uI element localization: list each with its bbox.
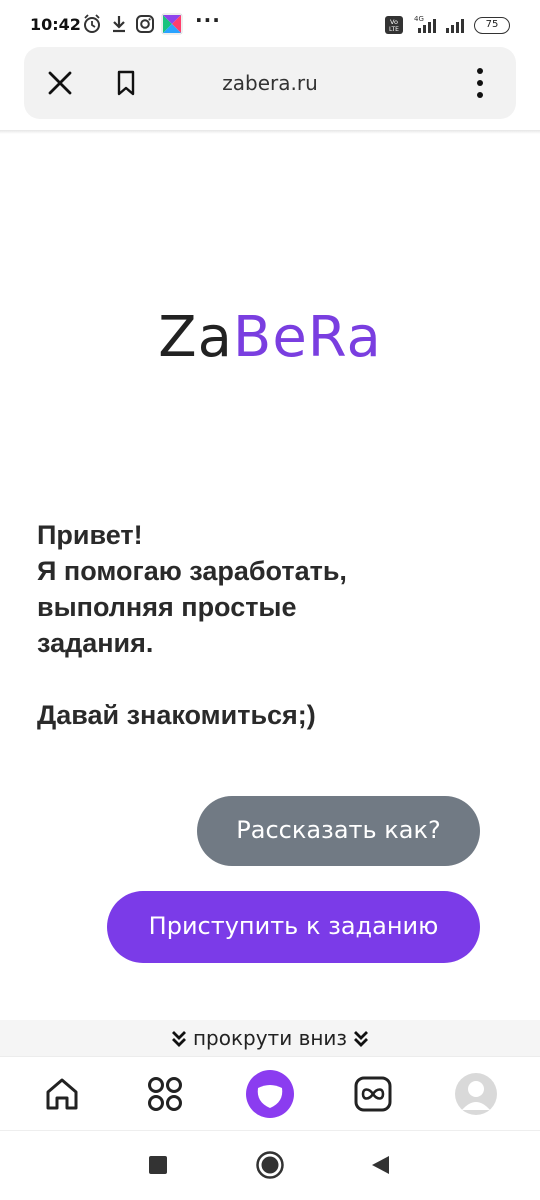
download-icon [113, 16, 125, 33]
nav-video[interactable] [343, 1057, 403, 1131]
status-bar: 10:42 ··· Vo LTE 4G 75 [0, 0, 540, 50]
nav-home[interactable] [32, 1057, 92, 1131]
browser-toolbar: zabera.ru [24, 47, 516, 119]
chevron-double-down-icon [354, 1031, 369, 1047]
logo-part-accent: BeRa [232, 305, 382, 370]
screen: 10:42 ··· Vo LTE 4G 75 zabera.ru ZaBeRa … [0, 0, 540, 1200]
recents-square-icon [149, 1156, 167, 1174]
volte-icon: Vo LTE [385, 16, 403, 34]
svg-text:Vo: Vo [390, 18, 398, 26]
intro-message: Привет! Я помогаю заработать, выполняя п… [37, 517, 497, 733]
alarm-icon [84, 14, 100, 33]
signal-icon [446, 19, 464, 33]
intro-line: задания. [37, 628, 154, 658]
more-notifications: ··· [195, 8, 221, 32]
address-bar-url[interactable]: zabera.ru [174, 71, 366, 95]
intro-line: Я помогаю заработать, [37, 556, 347, 586]
nav-alice[interactable] [240, 1057, 300, 1131]
svg-text:4G: 4G [414, 15, 424, 23]
bottom-navigation [0, 1056, 540, 1130]
svg-text:LTE: LTE [389, 26, 399, 33]
more-vertical-icon[interactable] [468, 65, 492, 101]
nav-profile[interactable] [446, 1057, 506, 1131]
back-button[interactable] [360, 1145, 400, 1185]
back-triangle-icon [372, 1156, 389, 1174]
intro-cta-text: Давай знакомиться;) [37, 700, 316, 730]
system-navigation [0, 1130, 540, 1200]
recents-button[interactable] [138, 1145, 178, 1185]
home-icon [46, 1078, 78, 1110]
bookmark-icon[interactable] [112, 69, 140, 97]
home-circle-icon [256, 1151, 284, 1179]
scroll-hint-label: прокрути вниз [192, 1026, 348, 1050]
home-button[interactable] [250, 1145, 290, 1185]
app-icon [161, 13, 183, 35]
toolbar-divider [0, 130, 540, 134]
profile-avatar-icon [455, 1073, 497, 1115]
intro-spacer [37, 661, 497, 697]
start-task-button[interactable]: Приступить к заданию [107, 891, 480, 963]
close-icon[interactable] [46, 69, 74, 97]
intro-line: выполняя простые [37, 592, 297, 622]
site-logo: ZaBeRa [0, 305, 540, 370]
signal-4g-icon: 4G [414, 15, 436, 33]
status-time: 10:42 [30, 15, 81, 34]
logo-part-dark: Za [158, 305, 233, 370]
battery-icon: 75 [474, 17, 510, 34]
chevron-double-down-icon [171, 1031, 186, 1047]
intro-line: Привет! [37, 520, 143, 550]
infinity-icon [354, 1076, 392, 1112]
instagram-icon [136, 15, 154, 33]
scroll-hint[interactable]: прокрути вниз [0, 1020, 540, 1056]
apps-grid-icon [148, 1077, 182, 1111]
nav-apps[interactable] [135, 1057, 195, 1131]
tell-how-button[interactable]: Рассказать как? [197, 796, 480, 866]
alice-icon [246, 1070, 294, 1118]
